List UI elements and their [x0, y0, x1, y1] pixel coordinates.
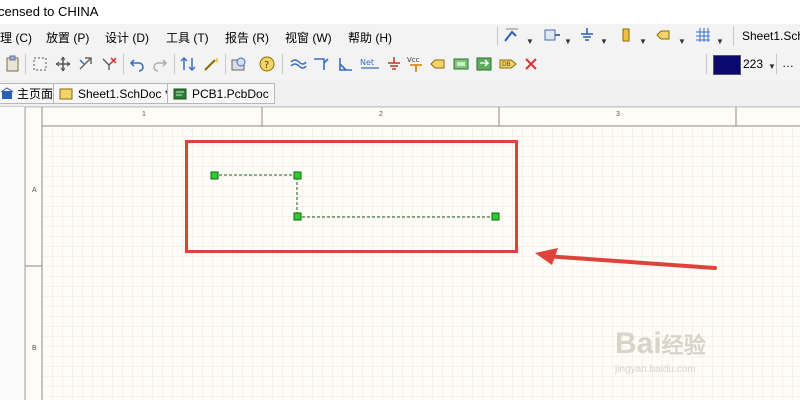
power-ground-icon[interactable] [385, 55, 403, 73]
document-tab-bar: 主页面 Sheet1.SchDoc * PCB1.PcbDoc [0, 80, 800, 107]
chevron-down-icon[interactable]: ▼ [524, 33, 534, 47]
redo-icon[interactable] [151, 55, 169, 73]
port-icon[interactable] [655, 26, 673, 44]
home-icon [0, 86, 14, 99]
column-label: 1 [142, 111, 146, 118]
pcb-doc-icon [173, 88, 187, 99]
paste-icon[interactable] [4, 55, 22, 73]
vcc-icon[interactable]: Vcc [406, 55, 426, 73]
side-panel-strip [0, 107, 25, 400]
chevron-down-icon[interactable]: ▼ [598, 33, 608, 47]
svg-text:Net: Net [360, 58, 374, 67]
hierarchy-updown-icon[interactable] [179, 55, 197, 73]
color-value[interactable]: 223 [743, 57, 763, 71]
tab-label: PCB1.PcbDoc [192, 86, 269, 101]
tab-label: Sheet1.SchDoc * [78, 86, 170, 101]
sheet-symbol-icon[interactable] [452, 55, 470, 73]
chevron-down-icon[interactable]: ▼ [676, 33, 686, 47]
chevron-down-icon[interactable]: ▼ [637, 33, 647, 47]
schematic-doc-icon [59, 88, 73, 99]
menu-item-place[interactable]: 放置 (P) [46, 29, 89, 46]
column-label: 2 [379, 111, 383, 118]
menu-item-tools[interactable]: 工具 (T) [166, 29, 209, 46]
menu-item-window[interactable]: 视窗 (W) [285, 29, 332, 46]
highlight-rectangle [185, 140, 518, 253]
device-sheet-icon[interactable] [475, 55, 493, 73]
tab-home[interactable]: 主页面 [0, 83, 60, 104]
bus-icon[interactable] [289, 55, 307, 73]
harness-connector-icon[interactable]: DB [498, 55, 518, 73]
menu-item-design[interactable]: 设计 (D) [105, 29, 149, 46]
menu-item-reports[interactable]: 报告 (R) [225, 29, 269, 46]
grid-icon[interactable] [694, 26, 712, 44]
cross-probe-icon[interactable] [77, 55, 95, 73]
svg-text:DB: DB [502, 61, 511, 68]
part-icon[interactable] [617, 26, 635, 44]
column-label: 3 [616, 111, 620, 118]
row-label: B [32, 345, 37, 352]
menu-bar: 理 (C) 放置 (P) 设计 (D) 工具 (T) 报告 (R) 视窗 (W)… [0, 24, 800, 50]
browse-library-icon[interactable] [230, 55, 248, 73]
svg-text:Vcc: Vcc [407, 56, 420, 64]
select-area-icon[interactable] [31, 55, 49, 73]
tab-pcb1-pcbdoc[interactable]: PCB1.PcbDoc [167, 83, 275, 104]
chevron-down-icon[interactable]: ▼ [766, 58, 776, 72]
title-bar: censed to CHINA [0, 0, 800, 24]
wire-entry-icon[interactable] [336, 55, 354, 73]
color-swatch[interactable] [713, 55, 741, 75]
row-label: A [32, 187, 37, 194]
watermark-url: jingyan.baidu.com [615, 364, 696, 375]
sheet-selector[interactable]: Sheet1.Sch [742, 29, 800, 43]
tab-sheet1-schdoc[interactable]: Sheet1.SchDoc * [53, 83, 176, 104]
net-label-icon[interactable]: Net [359, 55, 381, 73]
baidu-watermark: Bai经验 [615, 327, 706, 360]
undo-icon[interactable] [128, 55, 146, 73]
bus-entry-icon[interactable] [312, 55, 330, 73]
svg-text:?: ? [264, 60, 269, 71]
more-button[interactable]: … [782, 56, 794, 70]
window-title: censed to CHINA [0, 4, 99, 19]
toolbar: ? Net Vcc DB 223 ▼ … [0, 49, 800, 81]
wand-icon[interactable] [202, 55, 220, 73]
sheet-entry-icon[interactable] [543, 26, 561, 44]
chevron-down-icon[interactable]: ▼ [714, 33, 724, 47]
ground-icon[interactable] [578, 26, 596, 44]
clear-filter-icon[interactable] [100, 55, 118, 73]
port-icon[interactable] [429, 55, 447, 73]
wire-tool-icon[interactable] [503, 26, 521, 44]
tab-label: 主页面 [17, 87, 54, 101]
no-erc-icon[interactable] [522, 55, 540, 73]
menu-item-edit[interactable]: 理 (C) [0, 29, 32, 46]
chevron-down-icon[interactable]: ▼ [562, 33, 572, 47]
menu-item-help[interactable]: 帮助 (H) [348, 29, 392, 46]
move-icon[interactable] [54, 55, 72, 73]
help-icon[interactable]: ? [258, 55, 276, 73]
